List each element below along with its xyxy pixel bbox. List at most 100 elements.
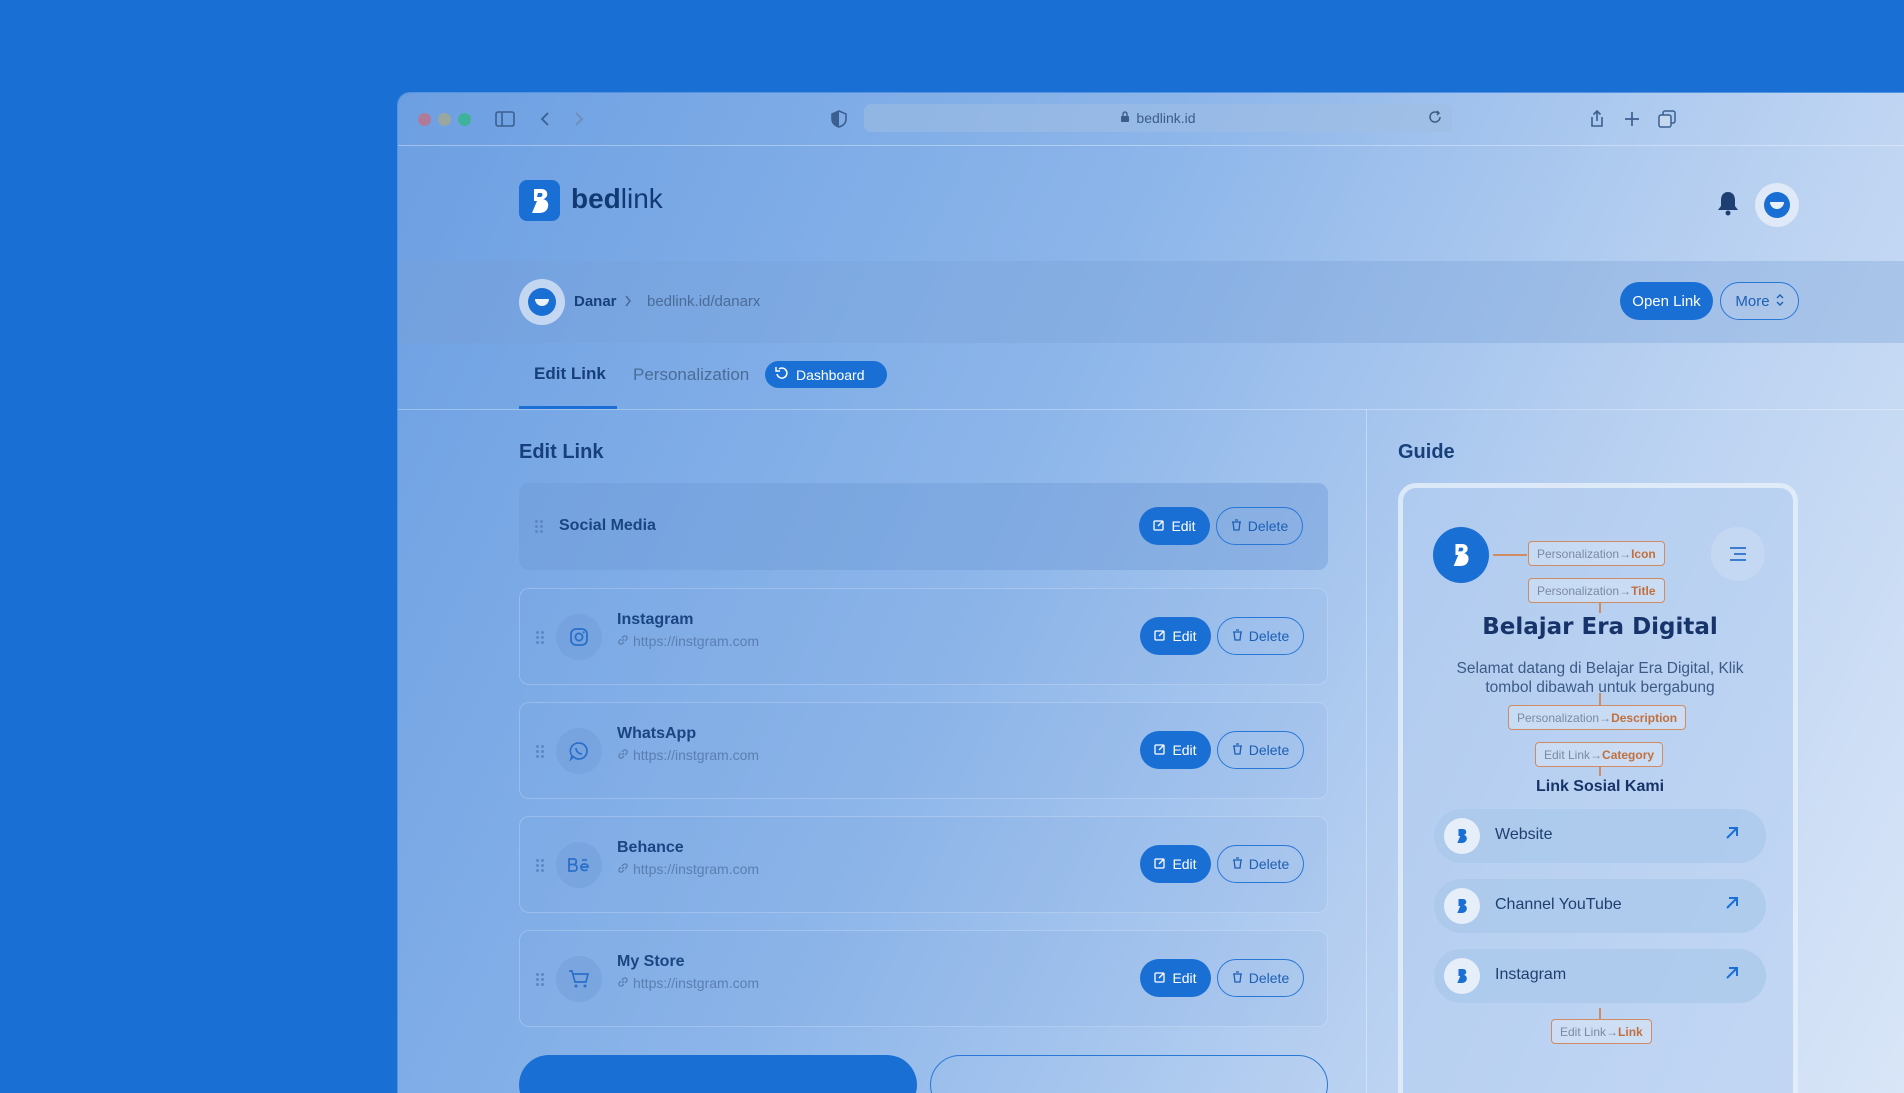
preview-link-logo-icon [1444,888,1480,924]
tag-key: Link [1618,1024,1643,1039]
link-name: My Store [617,953,685,970]
arrow-line [1599,603,1601,613]
breadcrumb-name[interactable]: Danar [574,293,617,310]
edit-icon [1154,856,1166,872]
link-card-behance[interactable]: Behance https://instgram.com Edit Delete [519,816,1328,913]
tag-prefix: Personalization [1537,546,1620,561]
back-icon[interactable] [534,108,556,130]
menu-icon[interactable] [1711,527,1765,581]
category-name: Social Media [559,517,656,534]
breadcrumb-chevron-icon [623,293,633,314]
brand-logo-icon[interactable] [519,180,560,221]
arrow-line [1599,693,1601,705]
close-window-button[interactable] [418,113,431,126]
link-url: https://instgram.com [617,747,759,763]
user-avatar[interactable] [1755,183,1799,227]
preview-link-website[interactable]: Website [1434,809,1766,863]
edit-icon [1154,628,1166,644]
preview-logo-icon [1433,527,1489,583]
maximize-window-button[interactable] [458,113,471,126]
edit-icon [1154,742,1166,758]
trash-icon [1232,856,1243,872]
tag-key: Category [1602,747,1655,762]
edit-label: Edit [1172,970,1197,986]
more-button[interactable]: More [1720,282,1799,320]
drag-handle-icon[interactable] [536,973,546,987]
open-link-button[interactable]: Open Link [1620,282,1713,320]
drag-handle-icon[interactable] [535,520,545,534]
link-card-my-store[interactable]: My Store https://instgram.com Edit Delet… [519,930,1328,1027]
tab-edit-link[interactable]: Edit Link [534,364,606,384]
more-label: More [1735,292,1770,310]
brand-name[interactable]: bedlink [571,179,663,219]
lock-icon [1120,110,1130,126]
url-text: bedlink.id [1136,110,1196,126]
delete-label: Delete [1248,970,1290,986]
chevron-updown-icon [1776,293,1784,310]
preview-link-youtube[interactable]: Channel YouTube [1434,879,1766,933]
preview-link-label: Instagram [1495,966,1567,983]
arrow-line [1599,1008,1601,1019]
preview-link-logo-icon [1444,958,1480,994]
tabs-overview-icon[interactable] [1656,108,1678,130]
dashboard-label: Dashboard [796,366,865,383]
delete-category-button[interactable]: Delete [1216,507,1303,545]
preview-link-instagram[interactable]: Instagram [1434,949,1766,1003]
shield-icon[interactable] [828,108,850,130]
edit-link-button[interactable]: Edit [1140,617,1211,655]
new-tab-icon[interactable] [1621,108,1643,130]
delete-link-button[interactable]: Delete [1217,959,1304,997]
tab-dashboard[interactable]: Dashboard [765,361,887,388]
drag-handle-icon[interactable] [536,859,546,873]
brand-bold: bed [571,183,621,214]
sidebar-toggle-icon[interactable] [494,108,516,130]
instagram-icon [556,614,602,660]
link-url: https://instgram.com [617,975,759,991]
link-card-whatsapp[interactable]: WhatsApp https://instgram.com Edit Delet… [519,702,1328,799]
tag-key: Description [1611,710,1678,725]
tag-personalization-icon: Personalization → Icon [1528,541,1665,566]
profile-avatar[interactable] [519,279,565,325]
tag-edit-link-category: Edit Link → Category [1535,742,1664,767]
edit-category-button[interactable]: Edit [1139,507,1210,545]
breadcrumb-link[interactable]: bedlink.id/danarx [647,293,760,310]
link-url: https://instgram.com [617,861,759,877]
arrow-up-right-icon [1724,825,1744,845]
delete-link-button[interactable]: Delete [1217,617,1304,655]
trash-icon [1231,518,1242,534]
add-category-button[interactable] [930,1055,1328,1093]
share-icon[interactable] [1586,108,1608,130]
tag-personalization-title: Personalization → Title [1528,578,1665,603]
tab-personalization[interactable]: Personalization [633,365,749,385]
delete-link-button[interactable]: Delete [1217,731,1304,769]
link-card-instagram[interactable]: Instagram https://instgram.com Edit Dele… [519,588,1328,685]
trash-icon [1232,742,1243,758]
tab-bar [398,343,1904,410]
edit-link-button[interactable]: Edit [1140,959,1211,997]
edit-link-heading: Edit Link [519,441,604,463]
edit-link-button[interactable]: Edit [1140,845,1211,883]
minimize-window-button[interactable] [438,113,451,126]
edit-link-button[interactable]: Edit [1140,731,1211,769]
drag-handle-icon[interactable] [536,631,546,645]
forward-icon[interactable] [568,108,590,130]
link-name: Behance [617,839,684,856]
edit-icon [1154,970,1166,986]
trash-icon [1232,970,1243,986]
notification-bell-icon[interactable] [1716,190,1740,216]
tag-key: Title [1631,583,1656,598]
drag-handle-icon[interactable] [536,745,546,759]
edit-label: Edit [1172,856,1197,872]
delete-label: Delete [1248,742,1290,758]
column-divider [1366,409,1367,1093]
delete-link-button[interactable]: Delete [1217,845,1304,883]
active-tab-indicator [519,406,617,409]
link-icon [617,861,629,877]
preview-link-label: Website [1495,826,1553,843]
add-link-button[interactable] [519,1055,917,1093]
browser-titlebar: bedlink.id [398,93,1904,146]
address-bar[interactable]: bedlink.id [864,104,1452,132]
category-card[interactable]: Social Media Edit Delete [519,483,1328,570]
edit-label: Edit [1172,628,1197,644]
reload-icon[interactable] [1428,110,1442,127]
